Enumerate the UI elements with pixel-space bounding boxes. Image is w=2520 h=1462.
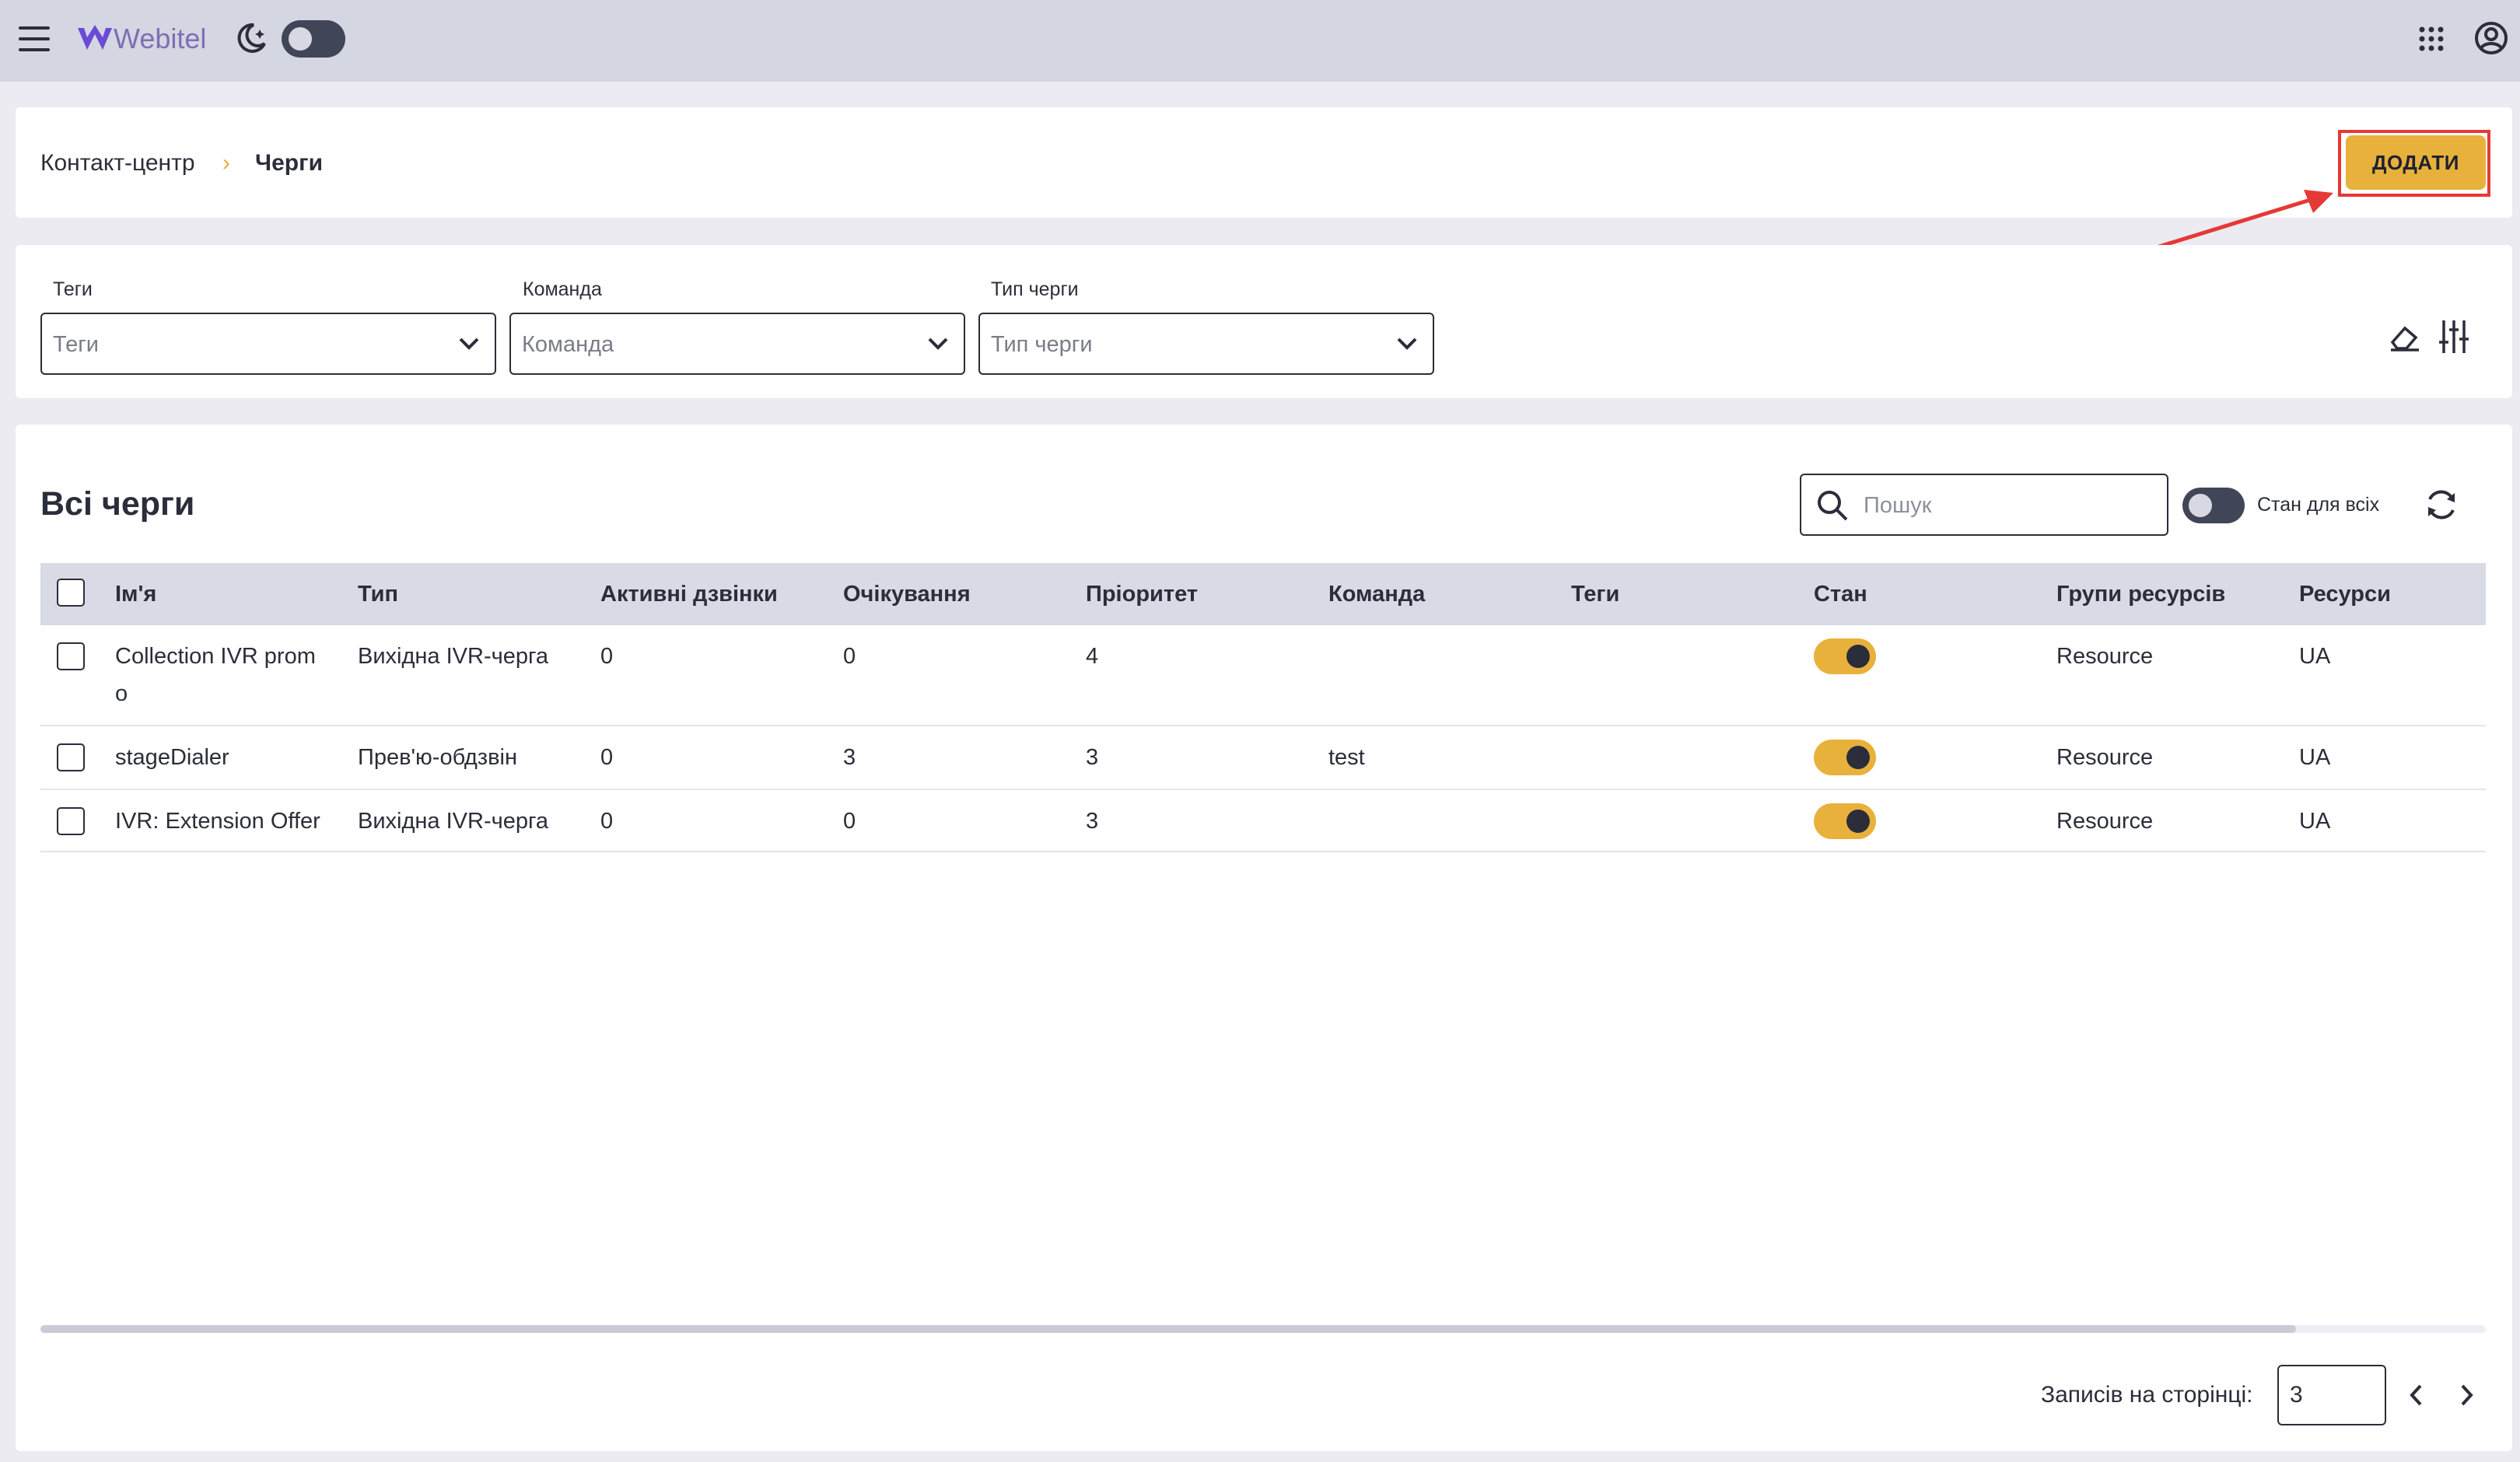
column-header[interactable]: Ресурси <box>2299 579 2391 610</box>
active-calls: 0 <box>600 809 614 834</box>
filter-team-placeholder: Команда <box>522 332 614 357</box>
toggle-knob <box>1846 746 1870 769</box>
active-calls: 0 <box>600 644 614 669</box>
toggle-knob <box>1846 645 1870 668</box>
column-header[interactable]: Стан <box>1814 579 1867 610</box>
breadcrumb-separator: › <box>222 150 230 176</box>
filter-tags-placeholder: Теги <box>53 332 99 357</box>
row-divider <box>40 725 2486 726</box>
row-checkbox[interactable] <box>57 807 85 835</box>
queue-name-wrap[interactable]: o <box>115 675 128 712</box>
toggle-knob <box>1846 810 1870 833</box>
state-toggle[interactable] <box>1814 638 1876 674</box>
row-checkbox[interactable] <box>57 642 85 670</box>
search-input[interactable]: Пошук <box>1800 474 2168 536</box>
column-header[interactable]: Активні дзвінки <box>600 579 778 610</box>
filter-team-label: Команда <box>523 278 602 300</box>
team: test <box>1328 745 1365 770</box>
search-placeholder: Пошук <box>1864 493 1932 518</box>
top-bar <box>0 0 2520 82</box>
queue-name[interactable]: Collection IVR prom <box>115 638 316 675</box>
webitel-logo-icon[interactable] <box>76 23 114 54</box>
filter-queue-type-label: Тип черги <box>991 278 1079 300</box>
menu-icon[interactable] <box>17 23 51 54</box>
resource-group: Resource <box>2056 809 2154 834</box>
search-icon <box>1815 488 1850 523</box>
priority: 3 <box>1086 745 1099 770</box>
queue-type: Вихідна IVR-черга <box>358 644 549 669</box>
chevron-left-icon[interactable] <box>2406 1381 2427 1409</box>
waiting: 3 <box>843 745 856 770</box>
page-title: Всі черги <box>40 485 195 523</box>
column-header[interactable]: Очікування <box>843 579 971 610</box>
refresh-icon[interactable] <box>2424 487 2459 523</box>
filter-team-select[interactable]: Команда <box>509 313 965 375</box>
priority: 3 <box>1086 809 1099 834</box>
waiting: 0 <box>843 809 856 834</box>
resources: UA <box>2299 644 2331 669</box>
active-calls: 0 <box>600 745 614 770</box>
chevron-down-icon <box>926 334 950 353</box>
chevron-down-icon <box>457 334 481 353</box>
state-toggle[interactable] <box>1814 740 1876 775</box>
filter-queue-type-placeholder: Тип черги <box>991 332 1093 357</box>
breadcrumb-current: Черги <box>255 150 324 176</box>
breadcrumb-parent[interactable]: Контакт-центр <box>40 148 195 179</box>
column-header[interactable]: Тип <box>358 579 398 610</box>
column-header[interactable]: Пріоритет <box>1086 579 1198 610</box>
horizontal-scrollbar-thumb[interactable] <box>40 1325 2296 1333</box>
queue-type: Прев'ю-обдзвін <box>358 745 517 770</box>
queue-name[interactable]: stageDialer <box>115 739 229 776</box>
account-icon[interactable] <box>2473 20 2509 56</box>
per-page-label: Записів на сторінці: <box>2041 1382 2253 1408</box>
queue-type: Вихідна IVR-черга <box>358 809 549 834</box>
resources: UA <box>2299 745 2331 770</box>
highlight-box <box>2338 130 2490 197</box>
select-all-checkbox[interactable] <box>57 579 85 607</box>
logo-text: Webitel <box>114 23 207 54</box>
eraser-icon[interactable] <box>2388 322 2422 353</box>
waiting: 0 <box>843 644 856 669</box>
toggle-knob <box>2189 494 2212 517</box>
column-header[interactable]: Групи ресурсів <box>2056 579 2225 610</box>
resources: UA <box>2299 809 2331 834</box>
row-divider <box>40 789 2486 790</box>
filter-tags-select[interactable]: Теги <box>40 313 496 375</box>
theme-toggle[interactable] <box>282 20 345 58</box>
queue-name[interactable]: IVR: Extension Offer <box>115 803 320 840</box>
priority: 4 <box>1086 644 1099 669</box>
chevron-right-icon[interactable] <box>2456 1381 2476 1409</box>
apps-grid-icon[interactable] <box>2417 25 2445 53</box>
state-all-label: Стан для всіх <box>2257 494 2380 516</box>
column-header[interactable]: Команда <box>1328 579 1425 610</box>
per-page-input[interactable]: 3 <box>2277 1365 2386 1425</box>
state-toggle[interactable] <box>1814 803 1876 839</box>
column-header[interactable]: Теги <box>1571 579 1619 610</box>
filter-tags-label: Теги <box>53 278 93 300</box>
moon-icon <box>233 20 269 56</box>
row-divider <box>40 851 2486 852</box>
row-checkbox[interactable] <box>57 743 85 771</box>
filter-queue-type-select[interactable]: Тип черги <box>978 313 1434 375</box>
chevron-down-icon <box>1395 334 1419 353</box>
state-all-toggle[interactable] <box>2182 488 2245 523</box>
resource-group: Resource <box>2056 745 2154 770</box>
toggle-knob <box>289 27 312 51</box>
resource-group: Resource <box>2056 644 2154 669</box>
sliders-icon[interactable] <box>2438 319 2470 355</box>
column-header[interactable]: Ім'я <box>115 579 156 610</box>
